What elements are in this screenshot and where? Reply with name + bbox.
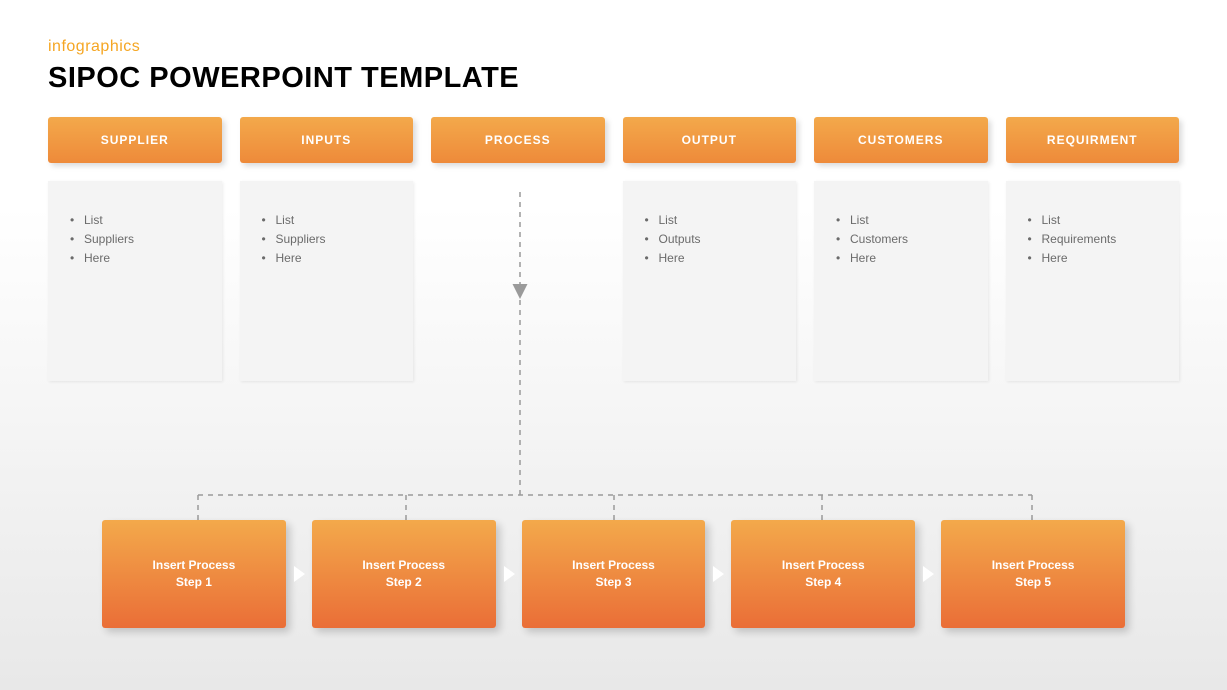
list-item: Customers	[836, 230, 974, 249]
list-item: List	[836, 211, 974, 230]
process-step-5: Insert Process Step 5	[941, 520, 1125, 628]
process-step-2: Insert Process Step 2	[312, 520, 496, 628]
arrow-right-icon	[504, 566, 515, 582]
list-item: Here	[645, 249, 783, 268]
list-item: List	[262, 211, 400, 230]
step-label-line2: Step 5	[1015, 574, 1051, 591]
column-body: List Suppliers Here	[48, 181, 222, 381]
arrow-right-icon	[713, 566, 724, 582]
column-header: CUSTOMERS	[814, 117, 988, 163]
column-inputs: INPUTS List Suppliers Here	[240, 117, 414, 381]
list-item: List	[645, 211, 783, 230]
step-label-line2: Step 2	[386, 574, 422, 591]
list-item: Suppliers	[262, 230, 400, 249]
column-header: INPUTS	[240, 117, 414, 163]
step-label-line2: Step 3	[595, 574, 631, 591]
step-label-line2: Step 1	[176, 574, 212, 591]
list-item: Suppliers	[70, 230, 208, 249]
slide-header: infographics SIPOC POWERPOINT TEMPLATE	[0, 0, 1227, 95]
column-body: List Outputs Here	[623, 181, 797, 381]
step-label-line1: Insert Process	[153, 557, 236, 574]
step-label-line1: Insert Process	[572, 557, 655, 574]
column-header: OUTPUT	[623, 117, 797, 163]
list-item: Requirements	[1028, 230, 1166, 249]
arrow-right-icon	[294, 566, 305, 582]
column-customers: CUSTOMERS List Customers Here	[814, 117, 988, 381]
step-label-line1: Insert Process	[362, 557, 445, 574]
column-header: SUPPLIER	[48, 117, 222, 163]
column-body: List Customers Here	[814, 181, 988, 381]
sipoc-columns: SUPPLIER List Suppliers Here INPUTS List…	[0, 95, 1227, 381]
list-item: List	[1028, 211, 1166, 230]
column-process: PROCESS	[431, 117, 605, 381]
list-item: Here	[70, 249, 208, 268]
process-steps: Insert Process Step 1 Insert Process Ste…	[0, 520, 1227, 628]
arrow-right-icon	[923, 566, 934, 582]
column-supplier: SUPPLIER List Suppliers Here	[48, 117, 222, 381]
list-item: Here	[262, 249, 400, 268]
subtitle: infographics	[48, 38, 1227, 56]
column-body: List Suppliers Here	[240, 181, 414, 381]
step-label-line1: Insert Process	[992, 557, 1075, 574]
column-body-empty	[431, 181, 605, 381]
column-requirement: REQUIRMENT List Requirements Here	[1006, 117, 1180, 381]
list-item: List	[70, 211, 208, 230]
process-step-4: Insert Process Step 4	[731, 520, 915, 628]
step-label-line2: Step 4	[805, 574, 841, 591]
column-header: PROCESS	[431, 117, 605, 163]
step-label-line1: Insert Process	[782, 557, 865, 574]
column-body: List Requirements Here	[1006, 181, 1180, 381]
process-step-1: Insert Process Step 1	[102, 520, 286, 628]
process-step-3: Insert Process Step 3	[522, 520, 706, 628]
page-title: SIPOC POWERPOINT TEMPLATE	[48, 62, 1227, 95]
list-item: Outputs	[645, 230, 783, 249]
column-header: REQUIRMENT	[1006, 117, 1180, 163]
list-item: Here	[836, 249, 974, 268]
column-output: OUTPUT List Outputs Here	[623, 117, 797, 381]
list-item: Here	[1028, 249, 1166, 268]
